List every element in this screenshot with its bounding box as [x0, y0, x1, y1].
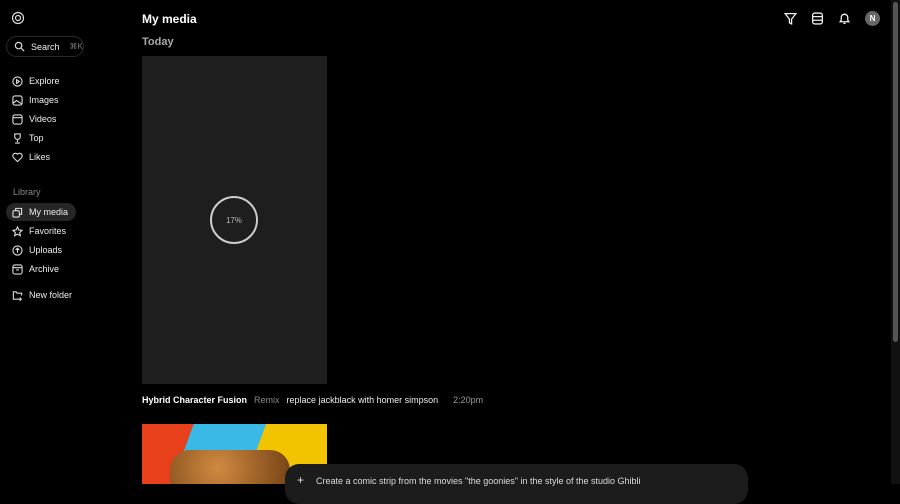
- compass-icon: [12, 75, 23, 87]
- media-icon: [12, 207, 23, 218]
- star-icon: [12, 225, 23, 237]
- openai-logo-icon[interactable]: [11, 11, 25, 25]
- folder-plus-icon: [12, 290, 23, 301]
- media-item-type: Remix: [254, 395, 280, 405]
- sidebar-item-archive[interactable]: Archive: [6, 260, 76, 278]
- sidebar-item-top[interactable]: Top: [6, 129, 76, 147]
- scrollbar-thumb[interactable]: [893, 2, 898, 342]
- sidebar-item-likes[interactable]: Likes: [6, 148, 76, 166]
- new-folder-label: New folder: [29, 290, 73, 300]
- bell-icon[interactable]: [838, 12, 851, 25]
- video-icon: [12, 113, 23, 125]
- heart-icon: [12, 152, 23, 162]
- new-folder-button[interactable]: New folder: [6, 286, 76, 304]
- media-item-meta: Hybrid Character Fusion Remix replace ja…: [142, 395, 483, 405]
- plus-icon[interactable]: +: [297, 474, 304, 504]
- avatar[interactable]: N: [865, 11, 880, 26]
- media-card-generating[interactable]: 17%: [142, 56, 327, 384]
- sidebar-item-images[interactable]: Images: [6, 91, 76, 109]
- media-item-prompt[interactable]: replace jackblack with homer simpson: [287, 395, 439, 405]
- sidebar-item-label: Top: [29, 133, 44, 143]
- page-title: My media: [142, 12, 197, 26]
- image-icon: [12, 94, 23, 106]
- sidebar-item-label: Archive: [29, 264, 60, 274]
- sidebar-item-label: Uploads: [29, 245, 63, 255]
- search-shortcut: ⌘K: [69, 42, 83, 51]
- image-subject: [170, 450, 290, 484]
- search-button[interactable]: Search ⌘K: [6, 36, 84, 57]
- sidebar-item-uploads[interactable]: Uploads: [6, 241, 76, 259]
- section-heading-today: Today: [142, 36, 174, 48]
- search-label: Search: [31, 41, 60, 52]
- media-item-time: 2:20pm: [453, 395, 484, 405]
- composer-input[interactable]: Create a comic strip from the movies "th…: [316, 476, 641, 504]
- archive-icon: [12, 263, 23, 275]
- list-view-icon[interactable]: [811, 12, 824, 25]
- sidebar-item-favorites[interactable]: Favorites: [6, 222, 76, 240]
- composer[interactable]: + Create a comic strip from the movies "…: [285, 464, 748, 504]
- sidebar-item-label: Images: [29, 95, 59, 105]
- sidebar-item-label: Favorites: [29, 226, 67, 236]
- sidebar-item-label: Videos: [29, 114, 57, 124]
- sidebar-item-my-media[interactable]: My media: [6, 203, 76, 221]
- media-item-name: Hybrid Character Fusion: [142, 395, 248, 405]
- trophy-icon: [14, 132, 21, 144]
- sidebar-item-videos[interactable]: Videos: [6, 110, 76, 128]
- filter-icon[interactable]: [784, 12, 797, 25]
- search-icon: [14, 41, 25, 52]
- scrollbar[interactable]: [891, 0, 900, 484]
- upload-icon: [12, 244, 23, 256]
- sidebar-item-label: Explore: [29, 76, 60, 86]
- sidebar-item-label: Likes: [29, 152, 51, 162]
- library-heading: Library: [13, 187, 41, 197]
- sidebar-item-explore[interactable]: Explore: [6, 72, 76, 90]
- sidebar-item-label: My media: [29, 207, 69, 217]
- progress-indicator: 17%: [210, 196, 258, 244]
